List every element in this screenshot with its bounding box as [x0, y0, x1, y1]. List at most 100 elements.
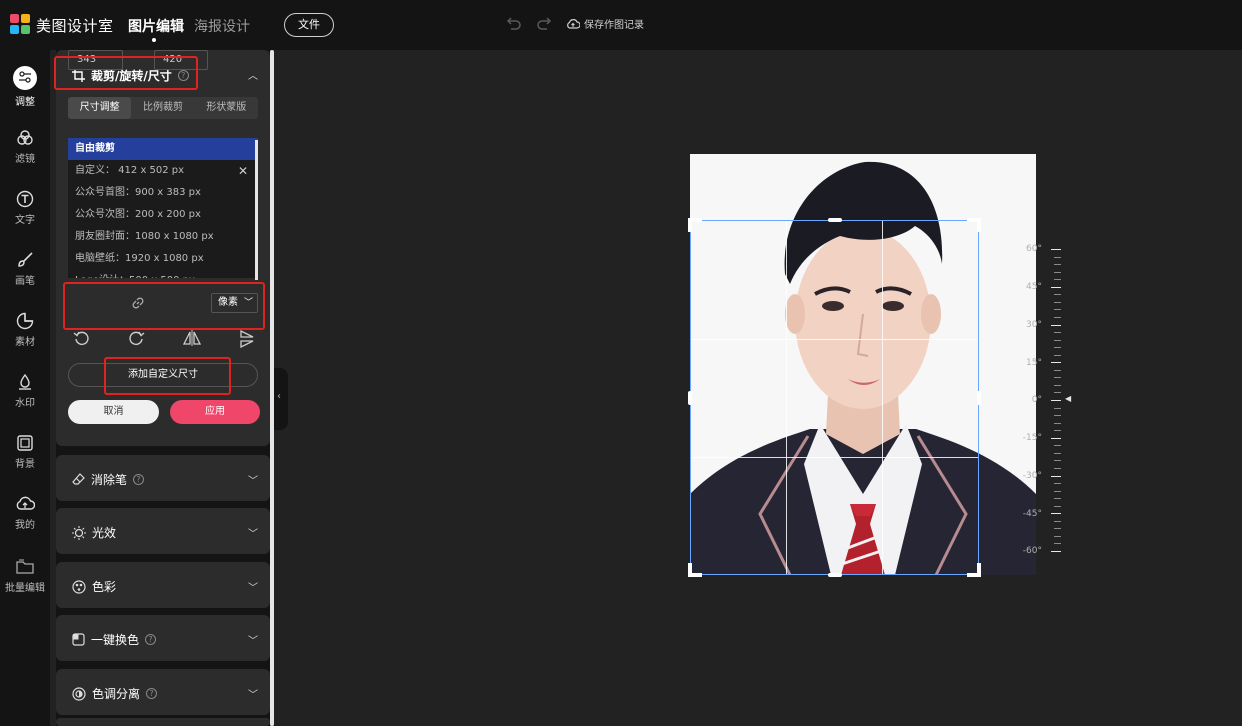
app-logo-icon[interactable] — [10, 14, 30, 34]
chevron-down-icon[interactable]: ﹀ — [248, 472, 258, 487]
tab-shape-mask[interactable]: 形状蒙版 — [195, 97, 258, 119]
save-record-label: 保存作图记录 — [584, 20, 644, 31]
dial-pointer-icon: ◀ — [1065, 394, 1072, 403]
list-item[interactable]: 朋友圈封面：1080 x 1080 px — [68, 226, 258, 248]
sidebar-item-watermark[interactable]: 水印 — [0, 373, 50, 409]
dial-minor-tick — [1054, 422, 1061, 424]
list-item[interactable]: 自定义： 412 x 502 px ✕ — [68, 160, 258, 182]
crop-handle-bottom[interactable] — [828, 573, 842, 577]
annotation-box-size-inputs — [63, 282, 265, 330]
file-button[interactable]: 文件 — [284, 13, 334, 37]
dial-minor-tick — [1054, 415, 1061, 417]
section-eraser[interactable]: 消除笔 ? ﹀ — [56, 455, 270, 501]
dial-major-tick — [1051, 362, 1061, 364]
sidebar-item-background[interactable]: 背景 — [0, 434, 50, 470]
list-item[interactable]: 公众号次图：200 x 200 px — [68, 204, 258, 226]
section-label: 光效 — [92, 526, 117, 540]
list-item[interactable]: 自由裁剪 — [68, 138, 258, 160]
preset-list-scrollbar[interactable] — [255, 140, 258, 280]
close-icon[interactable]: ✕ — [238, 160, 248, 182]
list-item[interactable]: Logo设计：500 x 500 px — [68, 270, 258, 278]
chevron-up-icon[interactable]: ︿ — [248, 67, 258, 82]
chevron-left-icon: ‹ — [277, 391, 281, 402]
dial-minor-tick — [1054, 279, 1061, 281]
sidebar-item-mine[interactable]: 我的 — [0, 495, 50, 531]
section-label: 消除笔 — [91, 473, 128, 487]
tab-poster-design[interactable]: 海报设计 — [194, 16, 250, 36]
dial-minor-tick — [1054, 498, 1061, 500]
color-swap-icon — [72, 633, 85, 646]
section-color[interactable]: 色彩 ﹀ — [56, 562, 270, 608]
redo-icon[interactable] — [536, 15, 554, 33]
sticker-icon — [16, 312, 34, 330]
dial-minor-tick — [1054, 483, 1061, 485]
folder-icon — [16, 559, 34, 574]
tab-ratio-crop[interactable]: 比例裁剪 — [131, 97, 194, 119]
help-icon[interactable]: ? — [145, 634, 157, 645]
sidebar-item-brush[interactable]: 画笔 — [0, 251, 50, 287]
crop-handle-right[interactable] — [977, 391, 981, 405]
section-label: 一键换色 — [91, 633, 140, 647]
list-item[interactable]: 公众号首图：900 x 383 px — [68, 182, 258, 204]
eraser-icon — [72, 473, 85, 485]
flip-vertical-icon[interactable] — [239, 330, 255, 348]
dial-minor-tick — [1054, 445, 1061, 447]
save-record-button[interactable]: 保存作图记录 — [566, 16, 644, 31]
crop-handle-bottom-left[interactable] — [688, 573, 702, 577]
brand-name[interactable]: 美图设计室 — [36, 15, 114, 36]
sidebar-item-sticker[interactable]: 素材 — [0, 312, 50, 348]
section-light-effect[interactable]: 光效 ﹀ — [56, 508, 270, 554]
sidebar-item-label: 水印 — [15, 398, 35, 409]
rotate-left-icon[interactable] — [73, 330, 89, 346]
section-color-swap[interactable]: 一键换色 ? ﹀ — [56, 615, 270, 661]
dial-minor-tick — [1054, 271, 1061, 273]
chevron-down-icon[interactable]: ﹀ — [248, 686, 258, 701]
top-bar: 美图设计室 图片编辑 海报设计 文件 保存作图记录 — [0, 0, 1242, 50]
panel-collapse-handle[interactable]: ‹ — [274, 368, 288, 430]
crop-handle-bottom-right[interactable] — [967, 573, 981, 577]
chevron-down-icon[interactable]: ﹀ — [248, 579, 258, 594]
help-icon[interactable]: ? — [146, 688, 158, 699]
sidebar-item-label: 画笔 — [15, 276, 35, 287]
list-item[interactable]: 电脑壁纸：1920 x 1080 px — [68, 248, 258, 270]
crop-handle-left[interactable] — [688, 391, 692, 405]
chevron-down-icon[interactable]: ﹀ — [248, 525, 258, 540]
sidebar-item-adjust[interactable]: 调整 — [0, 66, 50, 108]
flip-horizontal-icon[interactable] — [183, 330, 201, 346]
tab-size-adjust[interactable]: 尺寸调整 — [68, 97, 132, 119]
dial-minor-tick — [1054, 256, 1061, 258]
crop-handle-top[interactable] — [828, 218, 842, 222]
cancel-button[interactable]: 取消 — [68, 400, 159, 424]
section-tone-split[interactable]: 色调分离 ? ﹀ — [56, 669, 270, 715]
dial-minor-tick — [1054, 460, 1061, 462]
dial-minor-tick — [1054, 347, 1061, 349]
help-icon[interactable]: ? — [133, 474, 145, 485]
sidebar-item-batch-edit[interactable]: 批量编辑 — [0, 558, 50, 594]
apply-button[interactable]: 应用 — [170, 400, 260, 424]
sidebar-item-label: 文字 — [15, 215, 35, 226]
crop-selection[interactable] — [690, 220, 979, 575]
crop-handle-top-left[interactable] — [688, 218, 702, 222]
text-icon — [16, 190, 34, 208]
crop-grid-line — [786, 221, 787, 574]
section-header: 色彩 — [72, 578, 116, 595]
adjust-icon — [19, 70, 31, 83]
undo-icon[interactable] — [504, 15, 522, 33]
chevron-down-icon[interactable]: ﹀ — [248, 632, 258, 647]
sidebar-item-filter[interactable]: 滤镜 — [0, 129, 50, 165]
dial-minor-tick — [1054, 264, 1061, 266]
crop-handle-top-right[interactable] — [967, 218, 981, 222]
dial-minor-tick — [1054, 309, 1061, 311]
dial-minor-tick — [1054, 294, 1061, 296]
crop-grid-line — [691, 339, 978, 340]
annotation-box-title — [54, 56, 198, 90]
tool-sidebar: 调整 滤镜 文字 画笔 素材 水印 背景 我的 批量编辑 — [0, 50, 50, 726]
dial-minor-tick — [1054, 301, 1061, 303]
tab-image-edit[interactable]: 图片编辑 — [128, 16, 184, 42]
sidebar-item-text[interactable]: 文字 — [0, 190, 50, 226]
brush-icon — [18, 252, 33, 267]
dial-minor-tick — [1054, 490, 1061, 492]
rotation-dial[interactable]: 60° 45° 30° 15° 0° -15° -30° -45° -60° ◀ — [1016, 240, 1076, 560]
list-item-label: 自定义： 412 x 502 px — [75, 165, 185, 176]
rotate-right-icon[interactable] — [129, 330, 145, 346]
